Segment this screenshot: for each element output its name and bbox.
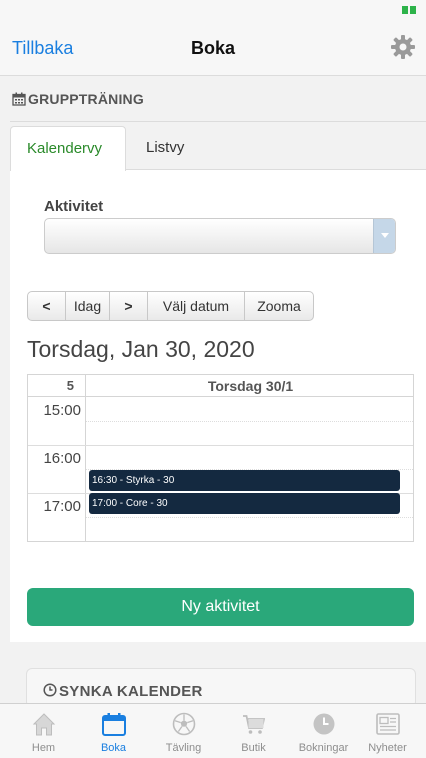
time-label: 17:00 [43, 498, 81, 515]
today-button[interactable]: Idag [66, 292, 110, 320]
next-button[interactable]: > [110, 292, 148, 320]
gear-icon[interactable] [390, 34, 416, 60]
booking-card: Kalendervy Listvy Aktivitet < Idag > Väl… [10, 122, 426, 642]
newspaper-icon [376, 713, 400, 735]
zoom-button[interactable]: Zooma [245, 292, 313, 320]
nav-bar: Tillbaka Boka [0, 24, 426, 76]
day-header: Torsdag 30/1 [207, 378, 294, 394]
dropdown-arrow-icon [373, 219, 395, 253]
activity-label: Aktivitet [44, 198, 104, 215]
tab-list-view[interactable]: Listvy [126, 126, 206, 171]
new-activity-button[interactable]: Ny aktivitet [27, 588, 414, 626]
tab-label: Nyheter [368, 742, 407, 754]
calendar-event[interactable]: 17:00 - Core - 30 [89, 493, 400, 514]
tab-label: Bokningar [298, 742, 349, 754]
prev-button[interactable]: < [28, 292, 66, 320]
tab-butik[interactable]: Butik [218, 704, 289, 758]
calendar-icon [12, 92, 26, 106]
battery-icon [402, 6, 416, 14]
bottom-tab-bar: Hem Boka Tävling Butik Bokningar Nyheter [0, 703, 426, 758]
week-number: 5 [66, 378, 74, 393]
tab-bokningar[interactable]: Bokningar [288, 704, 359, 758]
tab-label: Butik [241, 742, 266, 754]
status-bar [0, 0, 426, 24]
cart-icon [243, 715, 266, 734]
day-calendar: 5 Torsdag 30/1 15:00 16:00 17:00 16:30 -… [27, 374, 414, 542]
view-tabs: Kalendervy Listvy [10, 122, 426, 171]
back-button[interactable]: Tillbaka [12, 38, 73, 59]
hour-line [28, 445, 413, 446]
tab-home[interactable]: Hem [8, 704, 79, 758]
tab-nyheter[interactable]: Nyheter [352, 704, 423, 758]
calendar-event[interactable]: 16:30 - Styrka - 30 [89, 470, 400, 491]
clock-icon [313, 713, 335, 735]
clock-icon [43, 683, 57, 697]
calendar-toolbar: < Idag > Välj datum Zooma [27, 291, 314, 321]
calendar-icon [102, 713, 126, 736]
half-hour-line [86, 517, 413, 518]
section-header: GRUPPTRÄNING [10, 77, 426, 122]
tab-calendar-view[interactable]: Kalendervy [10, 126, 126, 171]
tab-label: Boka [100, 742, 127, 754]
tab-tavling[interactable]: Tävling [148, 704, 219, 758]
activity-select[interactable] [44, 218, 396, 254]
date-title: Torsdag, Jan 30, 2020 [27, 336, 255, 362]
pick-date-button[interactable]: Välj datum [148, 292, 245, 320]
tab-label: Hem [31, 742, 56, 754]
soccer-ball-icon [172, 712, 196, 736]
home-icon [32, 713, 56, 736]
half-hour-line [86, 421, 413, 422]
time-label: 16:00 [43, 450, 81, 467]
time-label: 15:00 [43, 402, 81, 419]
sync-calendar-panel[interactable]: SYNKA KALENDER [26, 668, 416, 708]
sync-title: SYNKA KALENDER [59, 683, 203, 700]
tab-label: Tävling [165, 742, 202, 754]
tab-boka[interactable]: Boka [78, 704, 149, 758]
section-title: GRUPPTRÄNING [28, 91, 144, 107]
